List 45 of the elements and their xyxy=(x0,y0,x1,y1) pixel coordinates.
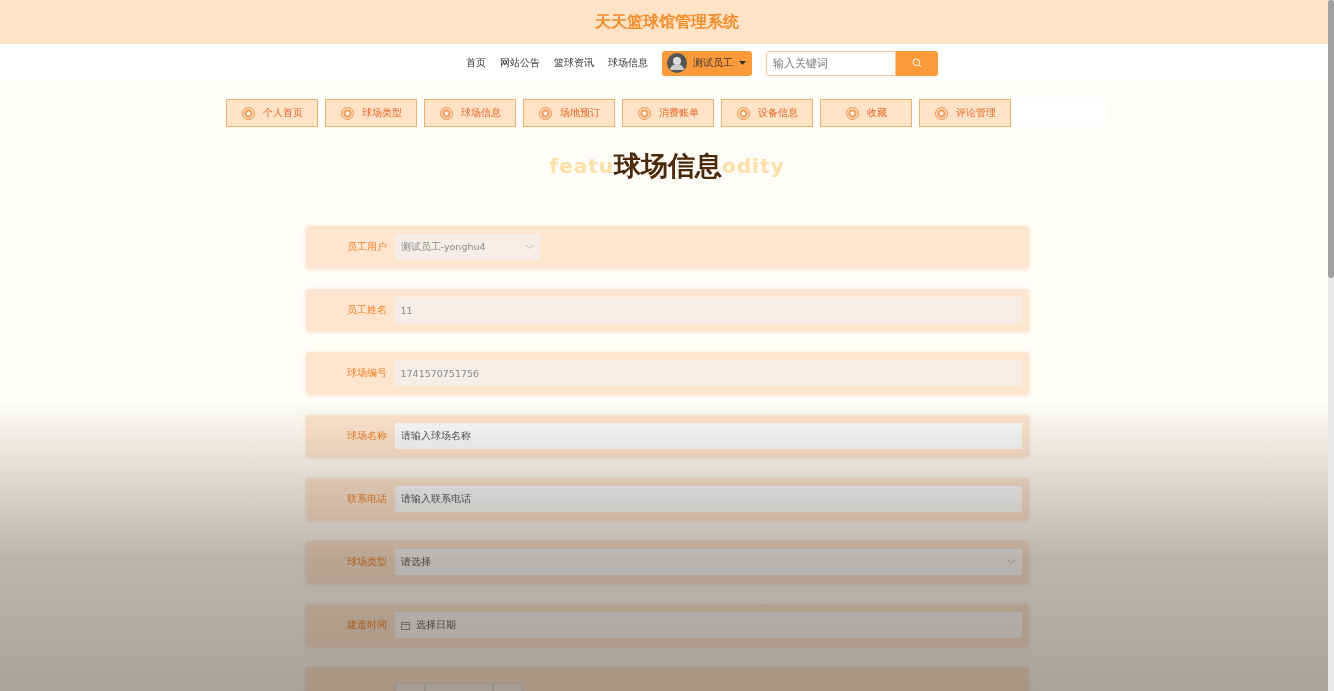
search-button[interactable] xyxy=(896,50,938,76)
nav-link[interactable]: 球场信息 xyxy=(608,56,648,70)
nav-link[interactable]: 篮球资讯 xyxy=(554,56,594,70)
star-icon xyxy=(538,106,552,120)
menu-tab[interactable]: 场地预订 xyxy=(523,99,615,127)
field-label: 联系电话 xyxy=(345,492,387,506)
menu-tab[interactable]: 评论管理 xyxy=(919,99,1011,127)
star-icon xyxy=(845,106,859,120)
user-menu-button[interactable]: 测试员工 xyxy=(662,50,752,76)
star-icon xyxy=(637,106,651,120)
star-icon xyxy=(340,106,354,120)
select-field[interactable]: 请选择 xyxy=(394,549,1022,575)
date-field[interactable]: 选择日期 xyxy=(394,612,1022,638)
star-icon xyxy=(439,106,453,120)
search-field[interactable]: 输入关键词 xyxy=(766,50,896,76)
page-title: 球场信息 xyxy=(614,149,722,183)
menu-tab[interactable]: 收藏 xyxy=(820,99,912,127)
backdrop-text: odity xyxy=(722,154,785,178)
caret-icon xyxy=(739,60,746,66)
star-icon xyxy=(736,106,750,120)
nav-link[interactable]: 网站公告 xyxy=(500,56,540,70)
field-label: 球场名称 xyxy=(345,429,387,443)
menu-tab[interactable]: 球场信息 xyxy=(424,99,516,127)
chevron-down-icon xyxy=(524,244,534,250)
site-title: 天天篮球馆管理系统 xyxy=(595,11,739,33)
input-field[interactable]: 请输入联系电话 xyxy=(394,486,1022,512)
menu-tab[interactable]: 个人首页 xyxy=(226,99,318,127)
star-icon xyxy=(241,106,255,120)
field-label: 建造时间 xyxy=(345,618,387,632)
menu-tab[interactable]: 设备信息 xyxy=(721,99,813,127)
star-icon xyxy=(934,106,948,120)
scrollbar[interactable] xyxy=(1328,0,1334,691)
field-label: 球场编号 xyxy=(345,366,387,380)
chevron-down-icon xyxy=(1006,559,1016,565)
calendar-icon xyxy=(400,620,410,630)
field-label: 员工用户 xyxy=(345,240,387,254)
avatar-icon xyxy=(667,53,687,73)
input-field[interactable]: 请输入球场名称 xyxy=(394,423,1022,449)
menu-tab[interactable]: 消费账单 xyxy=(622,99,714,127)
search-icon xyxy=(912,58,922,68)
backdrop-text: featu xyxy=(549,154,614,178)
nav-link[interactable]: 首页 xyxy=(466,56,486,70)
menu-tab[interactable]: 球场类型 xyxy=(325,99,417,127)
field-label: 球场类型 xyxy=(345,555,387,569)
field-label: 员工姓名 xyxy=(345,303,387,317)
